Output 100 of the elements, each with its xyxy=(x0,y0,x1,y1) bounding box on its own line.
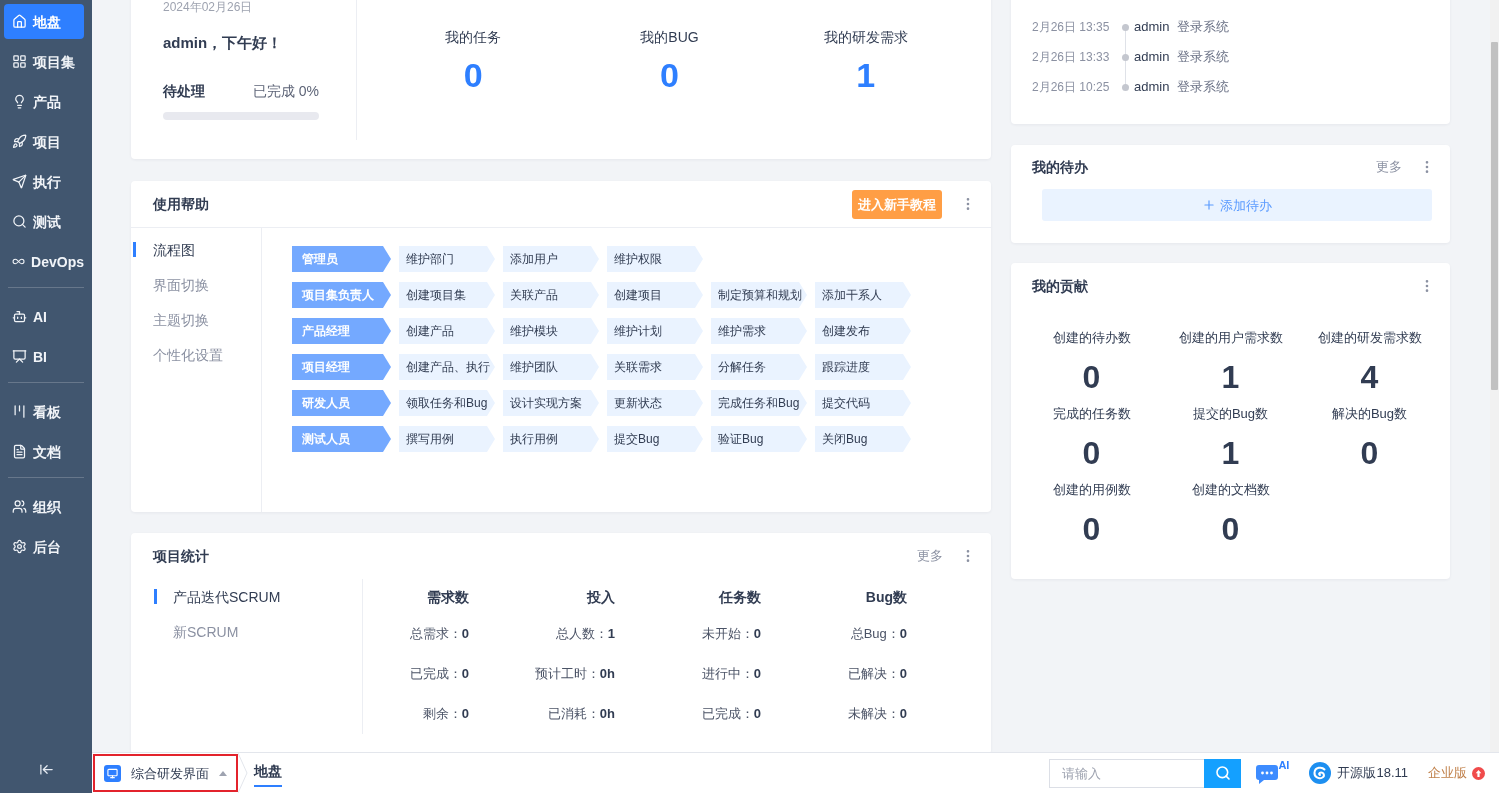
activity-time: 2月26日 10:25 xyxy=(1032,79,1111,96)
flow-step: 执行用例 xyxy=(503,426,599,452)
stat-label: 我的BUG xyxy=(640,28,699,47)
activity-user: admin xyxy=(1134,18,1170,36)
card-title: 我的待办 xyxy=(1032,158,1088,177)
stat-line: 剩余：0 xyxy=(422,705,469,723)
stat-label: 解决的Bug数 xyxy=(1331,405,1408,423)
stat-line: 已解决：0 xyxy=(847,665,907,683)
robot-icon xyxy=(12,309,27,324)
stat-value: 0 xyxy=(1082,434,1101,473)
pending-label: 待处理 xyxy=(163,82,205,101)
stat-value[interactable]: 0 xyxy=(660,55,679,95)
collapse-icon[interactable] xyxy=(38,762,54,777)
role-label: 项目集负责人 xyxy=(292,282,391,308)
swirl-logo-icon xyxy=(1309,762,1332,784)
flow-step: 撰写用例 xyxy=(399,426,495,452)
stat-value: 0 xyxy=(1221,510,1240,549)
search-button[interactable] xyxy=(1204,758,1242,788)
flow-step: 关联产品 xyxy=(503,282,599,308)
flow-step: 维护模块 xyxy=(503,318,599,344)
project-tab[interactable]: 产品迭代SCRUM xyxy=(131,579,362,614)
stat-line: 预计工时：0h xyxy=(534,665,615,683)
flow-step: 设计实现方案 xyxy=(503,390,599,416)
nav-item[interactable]: 执行 xyxy=(4,164,84,199)
kanban-icon xyxy=(12,404,27,419)
nav-item[interactable]: 项目 xyxy=(4,124,84,159)
scrollbar-thumb[interactable] xyxy=(1491,42,1498,390)
nav-item[interactable]: 产品 xyxy=(4,84,84,119)
stat-label: 我的研发需求 xyxy=(823,28,908,47)
version-link[interactable]: 开源版18.11 xyxy=(1309,762,1408,784)
stat-line: 未开始：0 xyxy=(701,625,761,643)
column-heading: 投入 xyxy=(587,587,615,607)
flow-step: 创建产品 xyxy=(399,318,495,344)
flow-step: 维护计划 xyxy=(607,318,703,344)
document-icon xyxy=(12,444,27,459)
stat-value[interactable]: 0 xyxy=(463,55,483,95)
nav-item[interactable]: 后台 xyxy=(4,529,84,564)
stat-line: 已完成：0 xyxy=(409,665,469,683)
stat-value[interactable]: 1 xyxy=(856,55,876,95)
stat-label: 创建的待办数 xyxy=(1052,329,1131,347)
flow-step: 关闭Bug xyxy=(815,426,911,452)
flow-step: 完成任务和Bug xyxy=(711,390,807,416)
rocket-icon xyxy=(12,134,27,149)
role-label: 研发人员 xyxy=(292,390,391,416)
nav-item[interactable]: 项目集 xyxy=(4,44,84,79)
nav-item[interactable]: 测试 xyxy=(4,204,84,239)
activity-user: admin xyxy=(1134,48,1170,66)
nav-item[interactable]: 看板 xyxy=(4,394,84,429)
search-icon xyxy=(1214,765,1231,781)
activity-action: 登录系统 xyxy=(1177,78,1230,96)
flow-step: 制定预算和规划 xyxy=(711,282,807,308)
stat-line: 已完成：0 xyxy=(701,705,761,723)
nav-item[interactable]: AI xyxy=(4,299,84,334)
activity-time: 2月26日 13:33 xyxy=(1032,49,1111,66)
activity-action: 登录系统 xyxy=(1177,18,1230,36)
paper-plane-icon xyxy=(12,174,27,189)
flow-step: 维护部门 xyxy=(399,246,495,272)
interface-switcher[interactable]: 综合研发界面 xyxy=(93,754,238,792)
stat-label: 创建的文档数 xyxy=(1191,481,1270,499)
stat-value: 0 xyxy=(1082,358,1101,397)
stat-value: 0 xyxy=(1360,434,1379,473)
nav-item[interactable]: BI xyxy=(4,339,84,374)
flow-step: 领取任务和Bug xyxy=(399,390,495,416)
stat-label: 我的任务 xyxy=(445,28,502,47)
nav-item[interactable]: 组织 xyxy=(4,489,84,524)
timeline-dot-icon xyxy=(1121,53,1129,61)
users-icon xyxy=(12,499,27,514)
plus-icon xyxy=(1202,198,1216,212)
done-label: 已完成 0% xyxy=(252,82,319,101)
flow-step: 创建发布 xyxy=(815,318,911,344)
stat-value: 0 xyxy=(1082,510,1101,549)
flow-step: 跟踪进度 xyxy=(815,354,911,380)
ai-chat-button[interactable]: AI xyxy=(1256,759,1290,787)
flow-step: 创建产品、执行 xyxy=(399,354,495,380)
nav-item[interactable]: 文档 xyxy=(4,434,84,469)
help-tab[interactable]: 流程图 xyxy=(131,232,261,267)
activity-user: admin xyxy=(1134,78,1170,96)
settings-icon xyxy=(12,539,27,554)
search-field[interactable]: 请输入 xyxy=(1049,758,1205,788)
stat-line: 总Bug：0 xyxy=(850,625,907,643)
stat-line: 进行中：0 xyxy=(701,665,761,683)
stat-line: 总需求：0 xyxy=(409,625,469,643)
upgrade-link[interactable]: 企业版 xyxy=(1428,763,1485,783)
presentation-board-icon xyxy=(12,349,27,364)
flow-step: 关联需求 xyxy=(607,354,703,380)
chat-bubble-icon xyxy=(1256,765,1279,785)
nav-item[interactable]: DevOps xyxy=(4,244,84,279)
flow-step: 创建项目 xyxy=(607,282,703,308)
flow-step: 创建项目集 xyxy=(399,282,495,308)
column-heading: Bug数 xyxy=(865,587,907,607)
date-text: 2024年02月26日 xyxy=(163,0,254,14)
flow-step: 添加干系人 xyxy=(815,282,911,308)
greeting-text: admin，下午好！ xyxy=(163,33,284,53)
monitor-icon xyxy=(104,764,121,782)
stat-value: 1 xyxy=(1221,358,1240,397)
breadcrumb-tab[interactable]: 地盘 xyxy=(254,755,282,787)
column-heading: 需求数 xyxy=(427,587,469,607)
role-label: 项目经理 xyxy=(292,354,391,380)
nav-item[interactable]: 地盘 xyxy=(4,4,84,39)
grid-icon xyxy=(12,54,27,69)
